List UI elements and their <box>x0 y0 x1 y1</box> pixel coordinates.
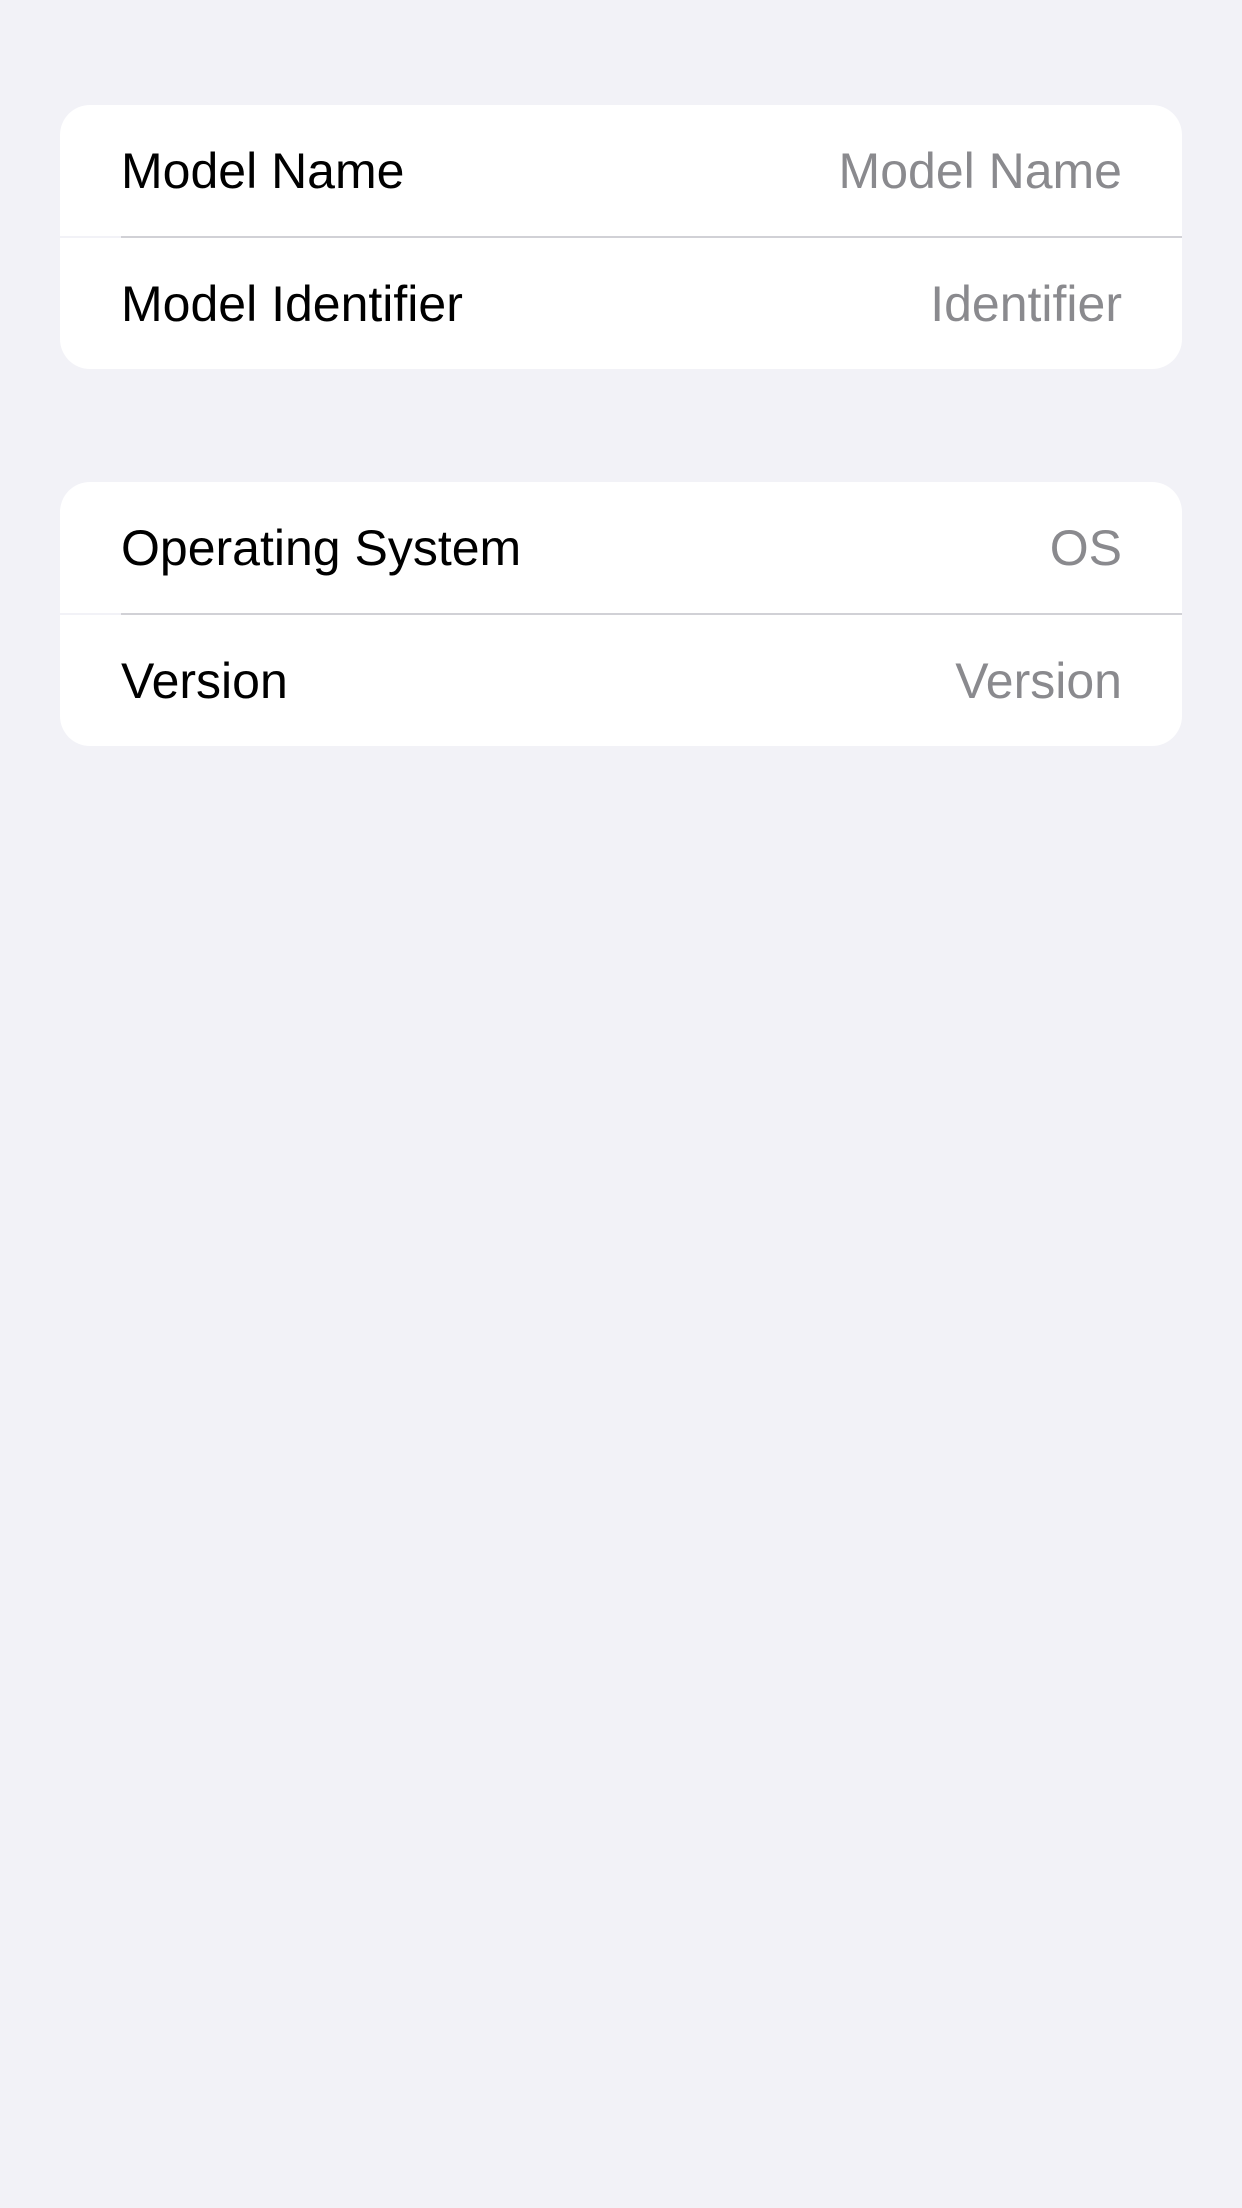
operating-system-label: Operating System <box>121 519 522 576</box>
model-name-value: Model Name <box>838 142 1122 199</box>
model-identifier-label: Model Identifier <box>121 275 463 332</box>
version-value: Version <box>955 652 1122 709</box>
model-name-label: Model Name <box>121 142 405 199</box>
operating-system-value: OS <box>1049 519 1122 576</box>
model-identifier-value: Identifier <box>930 275 1122 332</box>
version-row: Version Version <box>60 615 1182 746</box>
hardware-info-group: Model Name Model Name Model Identifier I… <box>60 105 1182 369</box>
model-identifier-row: Model Identifier Identifier <box>60 238 1182 369</box>
model-name-row: Model Name Model Name <box>60 105 1182 236</box>
software-info-group: Operating System OS Version Version <box>60 482 1182 746</box>
operating-system-row: Operating System OS <box>60 482 1182 613</box>
version-label: Version <box>121 652 288 709</box>
